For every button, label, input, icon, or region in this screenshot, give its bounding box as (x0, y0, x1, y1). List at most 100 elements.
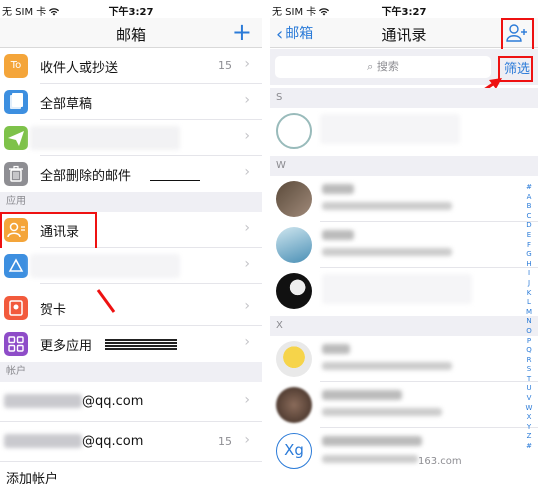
index-letter[interactable]: X (524, 413, 534, 423)
avatar (276, 181, 312, 217)
index-letter[interactable]: P (524, 337, 534, 347)
grid-icon (4, 332, 28, 356)
index-letter[interactable]: Z (524, 432, 534, 442)
contact-row[interactable] (270, 336, 538, 382)
contact-row[interactable] (270, 382, 538, 428)
calendar-icon (4, 254, 28, 278)
chevron-right-icon: › (244, 256, 250, 272)
index-letter[interactable]: J (524, 279, 534, 289)
search-placeholder: 搜索 (376, 60, 399, 73)
index-letter[interactable]: L (524, 298, 534, 308)
mailbox-row-cc[interactable]: To 收件人或抄送 15 › (0, 48, 262, 84)
index-letter[interactable]: S (524, 365, 534, 375)
chevron-right-icon: › (244, 432, 250, 448)
blurred-contact-email (322, 408, 442, 416)
contact-row[interactable] (270, 268, 538, 314)
index-letter[interactable]: N (524, 317, 534, 327)
index-letter[interactable]: O (524, 327, 534, 337)
add-account-label: 添加帐户 (6, 472, 59, 484)
add-account-row[interactable]: 添加帐户 (0, 462, 262, 484)
blurred-account-name (4, 394, 82, 408)
mail-screen: 无 SIM 卡 下午3:27 邮箱 + To 收件人或抄送 15 › 全部草稿 … (0, 0, 262, 484)
contact-row[interactable] (270, 176, 538, 222)
index-letter[interactable]: H (524, 260, 534, 270)
blurred-contact-name (322, 184, 354, 194)
mailbox-row-deleted[interactable]: 全部删除的邮件 › (0, 156, 262, 192)
app-row-more[interactable]: 更多应用 › (0, 326, 262, 362)
index-letter[interactable]: U (524, 384, 534, 394)
contact-row[interactable] (270, 222, 538, 268)
avatar (276, 341, 312, 377)
section-header-accounts: 帐户 (0, 362, 262, 382)
alphabet-index[interactable]: # A B C D E F G H I J K L M N O P Q R S T U V W X Y Z # (524, 183, 534, 452)
index-letter[interactable]: K (524, 289, 534, 299)
section-header-w: W (270, 156, 538, 176)
index-letter[interactable]: Y (524, 423, 534, 433)
index-letter[interactable]: C (524, 212, 534, 222)
avatar (276, 387, 312, 423)
blurred-contact-email (322, 455, 418, 463)
account-row[interactable]: @qq.com › (0, 382, 262, 422)
index-letter[interactable]: # (524, 442, 534, 452)
app-label: 更多应用 (40, 339, 93, 354)
blurred-contact (320, 114, 460, 144)
index-letter[interactable]: V (524, 394, 534, 404)
status-bar: 无 SIM 卡 下午3:27 (0, 0, 262, 18)
index-letter[interactable]: T (524, 375, 534, 385)
index-letter[interactable]: I (524, 269, 534, 279)
section-header-x: X (270, 316, 538, 336)
blurred-contact-email (322, 248, 452, 256)
app-row-cards[interactable]: 贺卡 › (0, 290, 262, 326)
unread-count: 15 (218, 435, 232, 448)
index-letter[interactable]: E (524, 231, 534, 241)
blurred-contact (322, 274, 472, 304)
index-letter[interactable]: D (524, 221, 534, 231)
app-row-calendar[interactable]: › (0, 248, 262, 284)
redaction-bar (105, 339, 177, 350)
contacts-navbar: ‹ 邮箱 通讯录 (270, 18, 538, 48)
annotation-arrow (96, 289, 116, 313)
contact-row[interactable]: Xg 163.com (270, 428, 538, 474)
contacts-screen: 无 SIM 卡 下午3:27 ‹ 邮箱 通讯录 ⌕ 搜索 筛选 S W X Xg… (270, 0, 538, 484)
mailbox-row-sent[interactable]: › (0, 120, 262, 156)
account-domain: @qq.com (82, 394, 144, 409)
chevron-right-icon: › (244, 220, 250, 236)
index-letter[interactable]: A (524, 193, 534, 203)
redaction-line (150, 180, 200, 181)
account-row[interactable]: @qq.com 15 › (0, 422, 262, 462)
blurred-label (30, 126, 180, 150)
index-letter[interactable]: B (524, 202, 534, 212)
chevron-right-icon: › (244, 164, 250, 180)
drafts-icon (4, 90, 28, 114)
mailbox-row-drafts[interactable]: 全部草稿 › (0, 84, 262, 120)
sent-icon (4, 126, 28, 150)
contact-email-domain: 163.com (418, 456, 462, 467)
mailbox-label: 全部草稿 (40, 97, 93, 112)
status-time: 下午3:27 (381, 7, 427, 18)
index-letter[interactable]: F (524, 241, 534, 251)
highlight-box (501, 18, 534, 52)
compose-button[interactable]: + (232, 18, 252, 46)
index-letter[interactable]: Q (524, 346, 534, 356)
section-header-s: S (270, 88, 538, 108)
to-icon: To (4, 54, 28, 78)
index-letter[interactable]: W (524, 404, 534, 414)
search-icon: ⌕ (367, 60, 377, 73)
index-letter[interactable]: G (524, 250, 534, 260)
section-header-apps: 应用 (0, 192, 262, 212)
greeting-card-icon (4, 296, 28, 320)
contact-row[interactable] (270, 108, 538, 154)
highlight-box (0, 212, 97, 250)
avatar-initials: Xg (276, 433, 312, 469)
row-divider (40, 283, 262, 284)
chevron-right-icon: › (244, 298, 250, 314)
index-letter[interactable]: # (524, 183, 534, 193)
index-letter[interactable]: M (524, 308, 534, 318)
chevron-right-icon: › (244, 334, 250, 350)
mail-navbar: 邮箱 + (0, 18, 262, 48)
index-letter[interactable]: R (524, 356, 534, 366)
blurred-account-name (4, 434, 82, 448)
avatar (276, 113, 312, 149)
blurred-contact-email (322, 362, 452, 370)
page-title: 邮箱 (115, 26, 146, 44)
